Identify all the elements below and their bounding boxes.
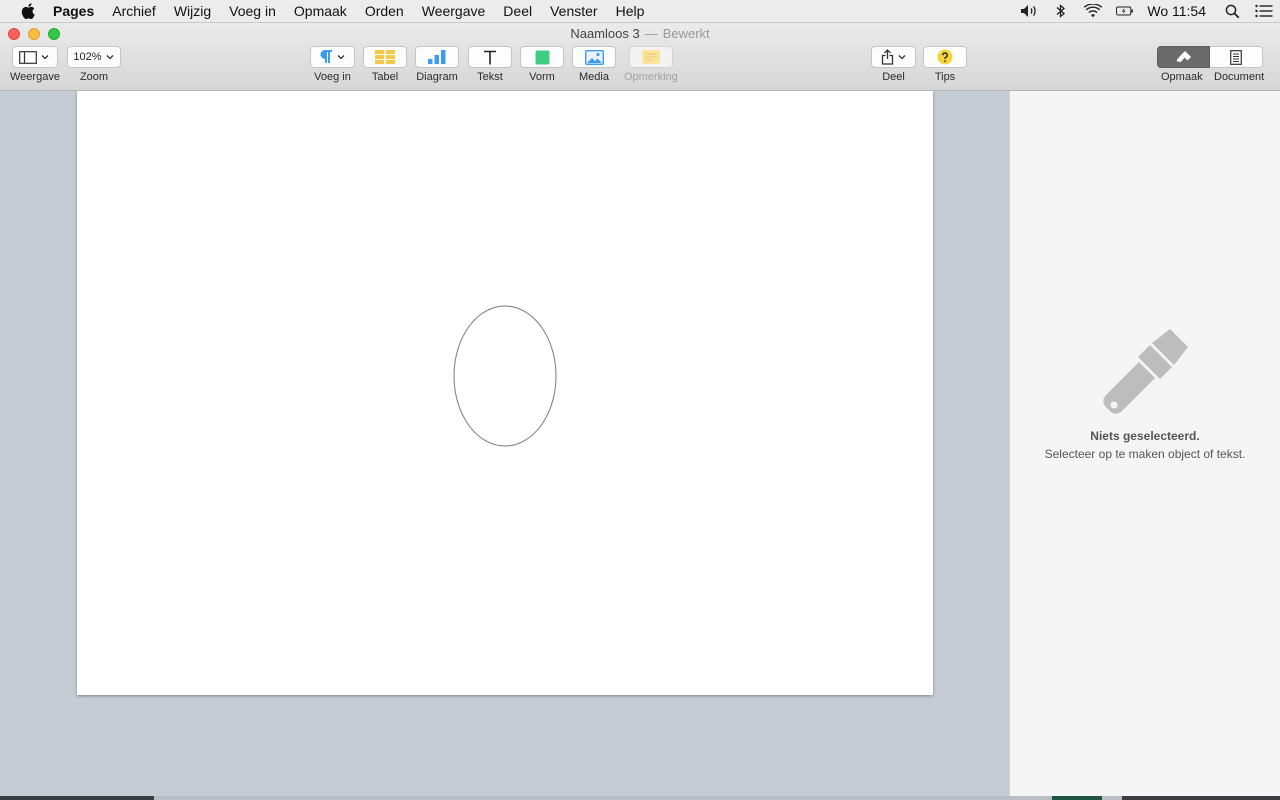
text-label: Tekst: [477, 71, 503, 83]
document-page[interactable]: [77, 91, 933, 695]
sidebar-view-icon: [19, 50, 38, 64]
menu-deel[interactable]: Deel: [494, 0, 541, 22]
text-tool[interactable]: Tekst: [468, 46, 512, 83]
table-icon: [375, 50, 395, 64]
share-icon: [881, 49, 893, 65]
inspector-toggle[interactable]: [1157, 46, 1263, 68]
tips-button[interactable]: [923, 46, 967, 68]
image-icon: [584, 49, 604, 65]
title-separator: —: [644, 26, 658, 41]
text-button[interactable]: [468, 46, 512, 68]
insert-label: Voeg in: [314, 71, 351, 83]
menu-archief[interactable]: Archief: [103, 0, 165, 22]
share-tool[interactable]: Deel: [871, 46, 916, 83]
table-button[interactable]: [363, 46, 407, 68]
media-button[interactable]: [572, 46, 616, 68]
menu-clock[interactable]: Wo 11:54: [1147, 3, 1206, 19]
format-segment[interactable]: [1157, 46, 1210, 68]
view-label: Weergave: [10, 71, 60, 83]
apple-menu-icon[interactable]: [18, 3, 38, 19]
battery-charging-icon[interactable]: [1116, 3, 1134, 19]
chart-tool[interactable]: Diagram: [415, 46, 459, 83]
menu-help[interactable]: Help: [607, 0, 654, 22]
table-label: Tabel: [371, 71, 399, 83]
menu-opmaak[interactable]: Opmaak: [285, 0, 356, 22]
notification-center-icon[interactable]: [1255, 3, 1273, 19]
nothing-selected-hint: Selecteer op te maken object of tekst.: [1044, 447, 1246, 461]
wifi-icon[interactable]: [1084, 3, 1103, 19]
chevron-down-icon: [337, 55, 345, 60]
oval-shape[interactable]: [453, 305, 557, 447]
comment-tool[interactable]: Opmerking: [624, 46, 678, 83]
zoom-value: 102%: [73, 51, 102, 63]
tips-tool[interactable]: Tips: [923, 46, 967, 83]
zoom-select[interactable]: 102%: [67, 46, 121, 68]
format-inspector: Niets geselecteerd. Selecteer op te make…: [1009, 91, 1280, 800]
menu-wijzig[interactable]: Wijzig: [165, 0, 220, 22]
chevron-down-icon: [42, 55, 49, 60]
pilcrow-icon: [320, 50, 332, 63]
paintbrush-placeholder-icon: [1103, 329, 1188, 414]
shape-button[interactable]: [520, 46, 564, 68]
format-label: Opmaak: [1161, 71, 1203, 83]
chevron-down-icon: [898, 55, 905, 60]
share-label: Deel: [882, 71, 905, 83]
dock-edge: [0, 796, 1280, 800]
share-button[interactable]: [871, 46, 916, 68]
zoom-tool[interactable]: 102% Zoom: [67, 46, 121, 83]
document-icon: [1230, 49, 1242, 65]
tips-label: Tips: [934, 71, 956, 83]
nothing-selected-title: Niets geselecteerd.: [1090, 429, 1200, 443]
chevron-down-icon: [106, 55, 114, 60]
volume-icon[interactable]: [1020, 3, 1038, 19]
comment-note-icon: [641, 50, 660, 64]
spotlight-search-icon[interactable]: [1223, 3, 1241, 19]
bar-chart-icon: [428, 50, 446, 64]
comment-button[interactable]: [628, 46, 673, 68]
shape-label: Vorm: [529, 71, 555, 83]
dock-edge-segment: [1122, 796, 1280, 800]
comment-label: Opmerking: [624, 71, 678, 83]
chart-label: Diagram: [416, 71, 458, 83]
status-area: Wo 11:54: [1013, 0, 1280, 22]
bluetooth-icon[interactable]: [1052, 3, 1070, 19]
insert-button[interactable]: [310, 46, 355, 68]
menu-app-name[interactable]: Pages: [44, 0, 103, 22]
document-canvas[interactable]: [0, 91, 1009, 800]
dock-edge-segment: [1052, 796, 1102, 800]
inspector-segmented-control[interactable]: [1157, 46, 1263, 68]
window-toolbar: Naamloos 3—Bewerkt Weergave 102% Zoom V: [0, 23, 1280, 91]
menu-weergave[interactable]: Weergave: [413, 0, 495, 22]
document-title: Naamloos 3 — Bewerkt: [0, 26, 1280, 41]
menu-bar: Pages Archief Wijzig Voeg in Opmaak Orde…: [0, 0, 1280, 23]
insert-tool[interactable]: Voeg in: [310, 46, 355, 83]
document-status: Bewerkt: [662, 26, 710, 41]
table-tool[interactable]: Tabel: [363, 46, 407, 83]
document-name[interactable]: Naamloos 3: [570, 26, 639, 41]
paintbrush-icon: [1176, 50, 1191, 63]
document-segment[interactable]: [1210, 46, 1263, 68]
menu-orden[interactable]: Orden: [356, 0, 413, 22]
media-label: Media: [579, 71, 609, 83]
pages-window: Naamloos 3—Bewerkt Weergave 102% Zoom V: [0, 23, 1280, 800]
shape-square-icon: [535, 50, 549, 64]
chart-button[interactable]: [415, 46, 459, 68]
zoom-label: Zoom: [79, 71, 109, 83]
menu-voeg-in[interactable]: Voeg in: [220, 0, 285, 22]
question-help-icon: [937, 49, 953, 65]
view-button[interactable]: [11, 46, 58, 68]
media-tool[interactable]: Media: [572, 46, 616, 83]
shape-tool[interactable]: Vorm: [520, 46, 564, 83]
view-tool[interactable]: Weergave: [10, 46, 60, 83]
dock-edge-segment: [0, 796, 154, 800]
menu-venster[interactable]: Venster: [541, 0, 606, 22]
document-label: Document: [1214, 71, 1265, 83]
text-box-icon: [484, 50, 496, 64]
